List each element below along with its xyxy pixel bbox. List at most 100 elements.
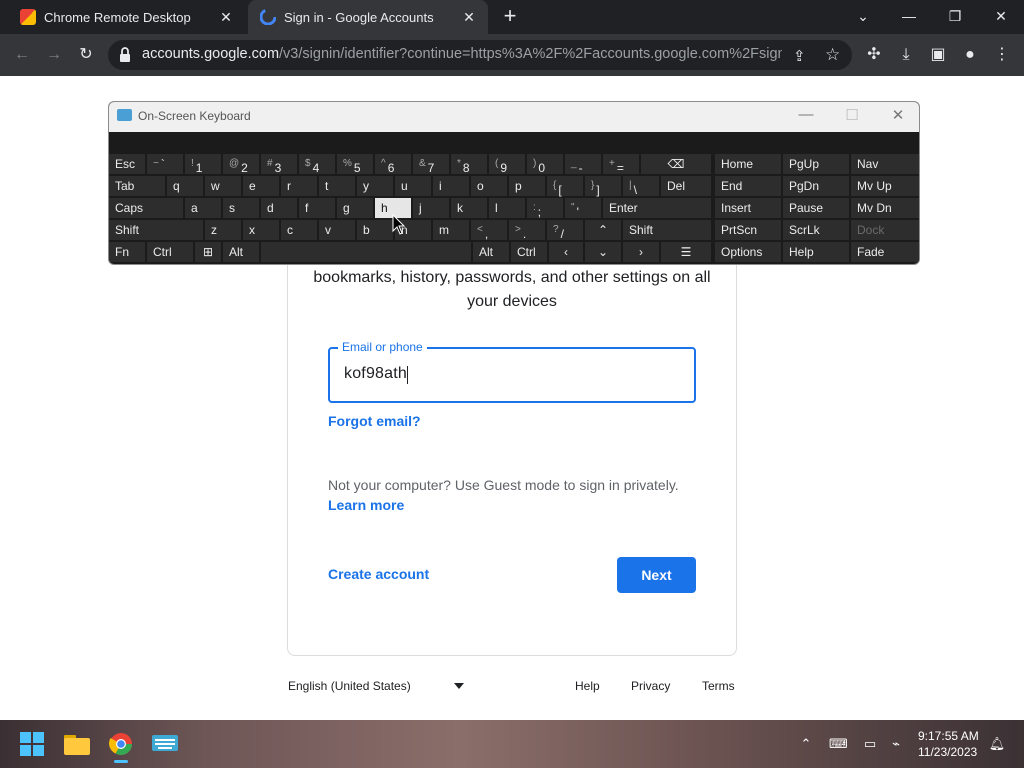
key-fn[interactable]: Fn (109, 242, 145, 262)
key-m[interactable]: m (433, 220, 469, 240)
key-space[interactable] (261, 242, 471, 262)
share-icon[interactable]: ⇪ (793, 47, 806, 65)
tab-search-icon[interactable]: ⌄ (840, 0, 886, 34)
url-text[interactable]: accounts.google.com/v3/signin/identifier… (142, 46, 782, 64)
key-backtick[interactable]: ~ ` (147, 154, 183, 174)
key-backslash[interactable]: | \ (623, 176, 659, 197)
backspace-key-icon[interactable]: ⌫ (641, 154, 711, 174)
clock-date[interactable]: 11/23/2023 (918, 745, 977, 759)
profile-icon[interactable]: ● (958, 43, 982, 67)
key-r[interactable]: r (281, 176, 317, 196)
key-c[interactable]: c (281, 220, 317, 240)
key-insert[interactable]: Insert (715, 198, 781, 218)
key-comma[interactable]: <, (471, 220, 507, 241)
menu-icon[interactable]: ⋮ (990, 43, 1014, 67)
key-end[interactable]: End (715, 176, 781, 196)
key-i[interactable]: i (433, 176, 469, 196)
close-tab-icon[interactable]: ✕ (217, 9, 235, 26)
key-ctrl-left[interactable]: Ctrl (147, 242, 193, 262)
key-d[interactable]: d (261, 198, 297, 218)
key-options[interactable]: Options (715, 242, 781, 262)
key-rbracket[interactable]: }] (585, 176, 621, 197)
extensions-icon[interactable]: ✣ (862, 43, 886, 67)
touch-keyboard-icon[interactable]: ⌨ (829, 735, 848, 753)
key-k[interactable]: k (451, 198, 487, 218)
next-button[interactable]: Next (617, 557, 696, 593)
key-period[interactable]: >. (509, 220, 545, 241)
arrow-right-key-icon[interactable]: › (623, 242, 659, 262)
key-g[interactable]: g (337, 198, 373, 218)
key-s[interactable]: s (223, 198, 259, 218)
key-tab[interactable]: Tab (109, 176, 165, 196)
help-link[interactable]: Help (575, 679, 600, 693)
minimize-button[interactable]: — (886, 0, 932, 34)
key-p[interactable]: p (509, 176, 545, 196)
close-tab-icon[interactable]: ✕ (460, 9, 478, 26)
key-7[interactable]: & 7 (413, 154, 449, 175)
on-screen-keyboard-taskbar-icon[interactable] (152, 733, 178, 760)
key-j[interactable]: j (413, 198, 449, 218)
key-help[interactable]: Help (783, 242, 849, 262)
key-v[interactable]: v (319, 220, 355, 240)
key-pgup[interactable]: PgUp (783, 154, 849, 174)
key-5[interactable]: % 5 (337, 154, 373, 175)
key-3[interactable]: #3 (261, 154, 297, 175)
key-o[interactable]: o (471, 176, 507, 196)
key-4[interactable]: $4 (299, 154, 335, 175)
key-lbracket[interactable]: {[ (547, 176, 583, 197)
key-shift-right[interactable]: Shift (623, 220, 711, 240)
arrow-up-key-icon[interactable]: ⌃ (585, 220, 621, 240)
key-mv-dn[interactable]: Mv Dn (851, 198, 919, 218)
display-icon[interactable]: ▭ (861, 735, 879, 753)
clock-time[interactable]: 9:17:55 AM (918, 729, 979, 743)
key-9[interactable]: (9 (489, 154, 525, 175)
language-selector[interactable]: English (United States) (288, 679, 411, 693)
key-alt-left[interactable]: Alt (223, 242, 259, 262)
key-minus[interactable]: _ - (565, 154, 601, 175)
key-f[interactable]: f (299, 198, 335, 218)
restore-button[interactable]: ❐ (932, 0, 978, 34)
key-nav[interactable]: Nav (851, 154, 919, 174)
key-pgdn[interactable]: PgDn (783, 176, 849, 196)
network-icon[interactable]: ⌁ (887, 735, 905, 753)
close-window-button[interactable]: ✕ (978, 0, 1024, 34)
new-tab-button[interactable]: + (498, 4, 522, 28)
key-ctrl-right[interactable]: Ctrl (511, 242, 547, 262)
key-caps[interactable]: Caps (109, 198, 183, 218)
terms-link[interactable]: Terms (702, 679, 735, 693)
download-icon[interactable]: ⤓ (894, 43, 918, 67)
key-a[interactable]: a (185, 198, 221, 218)
arrow-down-key-icon[interactable]: ⌄ (585, 242, 621, 262)
key-6[interactable]: ^ 6 (375, 154, 411, 175)
chrome-taskbar-icon[interactable] (109, 732, 133, 761)
notification-bell-icon[interactable]: 🔔︎ (988, 735, 1006, 753)
key-b[interactable]: b (357, 220, 393, 240)
osk-minimize-button[interactable]: — (791, 106, 821, 123)
key-pause[interactable]: Pause (783, 198, 849, 218)
dropdown-arrow-icon[interactable] (454, 683, 464, 689)
tab-chrome-remote-desktop[interactable]: Chrome Remote Desktop ✕ (8, 0, 245, 34)
key-y[interactable]: y (357, 176, 393, 196)
key-w[interactable]: w (205, 176, 241, 196)
osk-maximize-button[interactable]: ☐ (837, 106, 867, 124)
key-del[interactable]: Del (661, 176, 711, 196)
key-quote[interactable]: " ' (565, 198, 601, 219)
key-8[interactable]: * 8 (451, 154, 487, 175)
key-scrlk[interactable]: ScrLk (783, 220, 849, 240)
key-equals[interactable]: + = (603, 154, 639, 175)
key-t[interactable]: t (319, 176, 355, 196)
windows-key-icon[interactable]: ⊞ (195, 242, 221, 262)
learn-more-link[interactable]: Learn more (328, 497, 404, 513)
key-x[interactable]: x (243, 220, 279, 240)
tab-sign-in[interactable]: Sign in - Google Accounts ✕ (248, 0, 488, 34)
key-dock[interactable]: Dock (851, 220, 919, 240)
key-fade[interactable]: Fade (851, 242, 919, 262)
key-shift-left[interactable]: Shift (109, 220, 203, 240)
key-esc[interactable]: Esc (109, 154, 145, 174)
reload-icon[interactable]: ↻ (74, 43, 98, 67)
key-semicolon[interactable]: :; (527, 198, 563, 219)
osk-title-bar[interactable]: On-Screen Keyboard — ☐ ✕ (109, 102, 919, 132)
lock-icon[interactable] (118, 46, 132, 64)
create-account-button[interactable]: Create account (328, 566, 429, 582)
forward-icon[interactable]: → (42, 43, 66, 67)
